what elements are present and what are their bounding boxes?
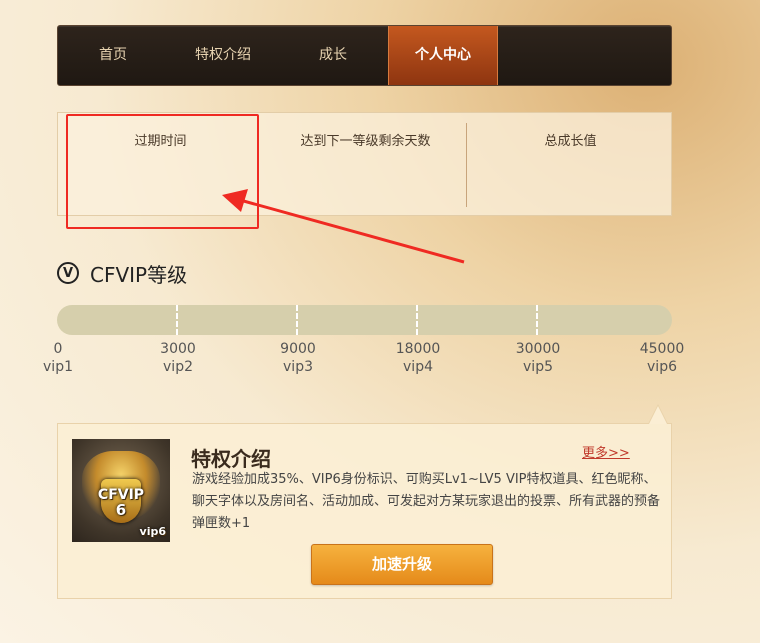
card-title: 特权介绍 bbox=[191, 447, 271, 471]
level-divider bbox=[296, 305, 298, 335]
level-points: 30000 bbox=[515, 341, 561, 357]
vip-level-heading: V CFVIP等级 bbox=[57, 260, 188, 287]
level-points: 3000 bbox=[160, 341, 196, 357]
card-pointer-fill bbox=[649, 406, 667, 424]
level-points: 45000 bbox=[639, 341, 685, 357]
level-marker: 9000 vip3 bbox=[268, 340, 328, 376]
level-name: vip3 bbox=[283, 359, 313, 375]
badge-number: 6 bbox=[115, 501, 127, 519]
more-link[interactable]: 更多>> bbox=[582, 442, 630, 461]
level-divider bbox=[416, 305, 418, 335]
level-name: vip2 bbox=[163, 359, 193, 375]
privilege-description: 游戏经验加成35%、VIP6身份标识、可购买Lv1~LV5 VIP特权道具、红色… bbox=[192, 472, 661, 531]
vip6-badge: CFVIP 6 vip6 bbox=[72, 439, 170, 542]
level-marker: 18000 vip4 bbox=[388, 340, 448, 376]
badge-level: vip6 bbox=[139, 525, 166, 538]
section-title: CFVIP等级 bbox=[90, 262, 188, 287]
level-points: 18000 bbox=[395, 341, 441, 357]
level-marker: 0 vip1 bbox=[28, 340, 88, 376]
level-name: vip6 bbox=[647, 359, 677, 375]
level-name: vip4 bbox=[403, 359, 433, 375]
level-divider bbox=[536, 305, 538, 335]
vip-level-bar bbox=[57, 305, 672, 335]
level-points: 9000 bbox=[280, 341, 316, 357]
level-divider bbox=[176, 305, 178, 335]
level-points: 0 bbox=[53, 341, 63, 357]
level-name: vip5 bbox=[523, 359, 553, 375]
level-marker: 30000 vip5 bbox=[508, 340, 568, 376]
level-name: vip1 bbox=[43, 359, 73, 375]
v-circle-icon: V bbox=[57, 262, 79, 284]
speed-upgrade-button[interactable]: 加速升级 bbox=[311, 544, 493, 585]
level-marker: 45000 vip6 bbox=[632, 340, 692, 376]
level-marker: 3000 vip2 bbox=[148, 340, 208, 376]
